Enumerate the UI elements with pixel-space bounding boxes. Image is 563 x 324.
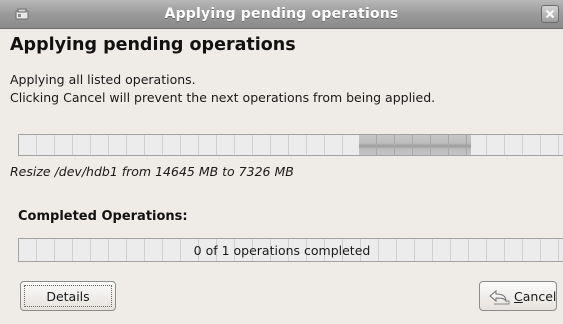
close-button[interactable]: [541, 5, 559, 23]
page-heading: Applying pending operations: [10, 35, 296, 55]
undo-arrow-icon: [486, 288, 512, 306]
current-operation-progress-bar: [18, 134, 563, 156]
current-operation-label: Resize /dev/hdb1 from 14645 MB to 7326 M…: [10, 164, 294, 179]
details-button-label: Details: [46, 289, 90, 304]
close-icon: [545, 9, 555, 19]
details-button[interactable]: Details: [20, 281, 116, 311]
progress-pulse-chunk: [359, 135, 471, 155]
cancel-mnemonic: C: [514, 289, 523, 304]
description-line-2: Clicking Cancel will prevent the next op…: [10, 90, 436, 105]
description-line-1: Applying all listed operations.: [10, 72, 196, 87]
dialog-window: Applying pending operations Applying pen…: [0, 0, 563, 324]
completed-operations-progress-bar: 0 of 1 operations completed: [18, 238, 563, 262]
completed-operations-heading: Completed Operations:: [18, 209, 188, 224]
cancel-button-label: Cancel: [514, 289, 557, 304]
titlebar[interactable]: Applying pending operations: [0, 0, 563, 29]
window-title: Applying pending operations: [164, 6, 399, 22]
cancel-button[interactable]: Cancel: [479, 281, 557, 311]
completed-operations-text: 0 of 1 operations completed: [193, 243, 371, 258]
